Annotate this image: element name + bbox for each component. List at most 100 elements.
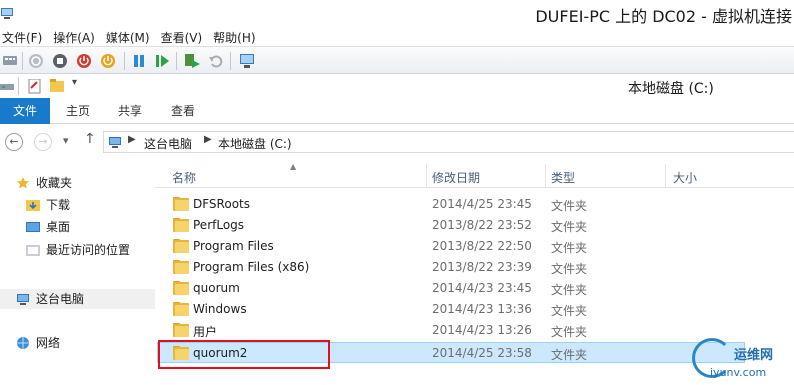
file-row[interactable]: PerfLogs 2013/8/22 23:52 文件夹 xyxy=(155,215,794,236)
menu-help[interactable]: 帮助(H) xyxy=(211,29,260,46)
toolbar-separator xyxy=(176,52,177,70)
folder-icon xyxy=(173,218,189,232)
file-date: 2014/4/23 13:26 xyxy=(432,323,532,337)
tab-file[interactable]: 文件 xyxy=(0,98,50,124)
file-type: 文件夹 xyxy=(551,220,588,234)
file-type: 文件夹 xyxy=(551,304,588,318)
file-row[interactable]: DFSRoots 2014/4/25 23:45 文件夹 xyxy=(155,194,794,215)
revert-icon[interactable] xyxy=(208,53,224,69)
folder-icon xyxy=(173,302,189,316)
column-name[interactable]: 名称 xyxy=(172,169,196,186)
window-title: DUFEI-PC 上的 DC02 - 虚拟机连接 xyxy=(535,7,792,26)
vm-toolbar xyxy=(0,46,794,74)
ribbon-tabs: 文件 主页 共享 查看 xyxy=(0,98,794,124)
vm-connect-icon xyxy=(1,8,13,19)
file-name: Program Files (x86) xyxy=(193,260,310,274)
breadcrumb-separator-icon[interactable]: ▶ xyxy=(128,134,136,145)
pause-icon[interactable] xyxy=(131,53,147,69)
enhanced-session-icon[interactable] xyxy=(238,52,256,70)
menu-media[interactable]: 媒体(M) xyxy=(104,29,155,46)
folder-icon xyxy=(173,260,189,274)
toolbar-separator xyxy=(230,52,231,70)
downloads-folder-icon xyxy=(26,200,40,211)
save-state-icon[interactable] xyxy=(100,53,116,69)
file-row-selected[interactable]: quorum2 2014/4/25 23:58 文件夹 xyxy=(157,342,745,363)
watermark-logo: 运维网 iyunv.com xyxy=(690,336,794,385)
file-type: 文件夹 xyxy=(551,199,588,213)
file-type: 文件夹 xyxy=(551,283,588,297)
star-icon xyxy=(17,177,29,189)
file-type: 文件夹 xyxy=(551,241,588,255)
breadcrumb-separator-icon[interactable]: ▶ xyxy=(204,134,212,145)
file-row[interactable]: Program Files (x86) 2013/8/22 23:39 文件夹 xyxy=(155,257,794,278)
file-date: 2013/8/22 22:50 xyxy=(432,239,532,253)
column-date-modified[interactable]: 修改日期 xyxy=(432,169,480,186)
menu-action[interactable]: 操作(A) xyxy=(51,29,100,46)
file-type: 文件夹 xyxy=(551,325,588,339)
folder-icon xyxy=(173,281,189,295)
recent-places-icon xyxy=(26,245,40,256)
menu-file[interactable]: 文件(F) xyxy=(0,29,47,46)
tab-home[interactable]: 主页 xyxy=(60,98,96,124)
breadcrumb-this-pc[interactable]: 这台电脑 xyxy=(144,135,192,152)
column-divider[interactable] xyxy=(426,164,427,188)
qa-separator xyxy=(18,77,19,95)
recent-locations-dropdown-icon[interactable]: ▾ xyxy=(63,134,69,147)
start-icon[interactable] xyxy=(28,53,44,69)
explorer-title: 本地磁盘 (C:) xyxy=(628,81,714,97)
file-date: 2014/4/23 13:36 xyxy=(432,302,532,316)
file-name: quorum2 xyxy=(193,346,248,360)
network-icon xyxy=(17,337,29,349)
computer-icon xyxy=(17,294,29,305)
drive-icon xyxy=(0,84,14,90)
address-bar[interactable]: ▶ 这台电脑 ▶ 本地磁盘 (C:) xyxy=(103,131,794,153)
vm-menu-bar: 文件(F) 操作(A) 媒体(M) 查看(V) 帮助(H) xyxy=(0,28,794,46)
navigation-bar: ← → ▾ ↑ ▶ 这台电脑 ▶ 本地磁盘 (C:) xyxy=(0,124,794,160)
checkpoint-icon[interactable] xyxy=(183,52,201,70)
folder-icon xyxy=(173,197,189,211)
column-divider[interactable] xyxy=(545,164,546,188)
tab-view[interactable]: 查看 xyxy=(165,98,201,124)
folder-icon xyxy=(173,346,189,360)
toolbar-separator xyxy=(124,52,125,70)
column-type[interactable]: 类型 xyxy=(551,169,575,186)
navigation-pane: 收藏夹 下载 桌面 最近访问的位置 这台电脑 网络 xyxy=(0,160,155,385)
file-row[interactable]: quorum 2014/4/23 23:45 文件夹 xyxy=(155,278,794,299)
file-row[interactable]: Windows 2014/4/23 13:36 文件夹 xyxy=(155,299,794,320)
up-button[interactable]: ↑ xyxy=(84,131,96,147)
file-name: Windows xyxy=(193,302,247,316)
turn-off-icon[interactable] xyxy=(52,53,68,69)
new-folder-icon[interactable] xyxy=(50,79,64,93)
menu-view[interactable]: 查看(V) xyxy=(159,29,208,46)
file-type: 文件夹 xyxy=(551,348,588,362)
resume-icon[interactable] xyxy=(154,53,170,69)
file-date: 2013/8/22 23:52 xyxy=(432,218,532,232)
properties-icon[interactable] xyxy=(28,79,42,95)
file-name: Program Files xyxy=(193,239,274,253)
file-date: 2014/4/25 23:58 xyxy=(432,346,532,360)
column-size[interactable]: 大小 xyxy=(673,169,697,186)
vm-title-bar: DUFEI-PC 上的 DC02 - 虚拟机连接 xyxy=(0,0,794,28)
file-name: PerfLogs xyxy=(193,218,245,232)
shut-down-icon[interactable] xyxy=(76,53,92,69)
quick-access-dropdown-icon[interactable]: ▾ xyxy=(72,77,77,88)
file-name: quorum xyxy=(193,281,240,295)
folder-icon xyxy=(173,323,189,337)
file-date: 2014/4/25 23:45 xyxy=(432,197,532,211)
column-divider[interactable] xyxy=(665,164,666,188)
this-pc-icon xyxy=(109,137,121,148)
file-row[interactable]: Program Files 2013/8/22 22:50 文件夹 xyxy=(155,236,794,257)
folder-icon xyxy=(173,239,189,253)
forward-button[interactable]: → xyxy=(34,133,52,151)
file-date: 2014/4/23 23:45 xyxy=(432,281,532,295)
ctrl-alt-del-icon[interactable] xyxy=(2,52,18,68)
explorer-title-bar: ▾ 本地磁盘 (C:) xyxy=(0,74,794,98)
column-headers: ▲ 名称 修改日期 类型 大小 xyxy=(155,162,794,188)
desktop-icon xyxy=(26,222,40,232)
breadcrumb-local-disk[interactable]: 本地磁盘 (C:) xyxy=(218,135,292,152)
file-name: 用户 xyxy=(193,325,218,339)
back-button[interactable]: ← xyxy=(5,133,23,151)
toolbar-separator xyxy=(22,52,23,70)
tab-share[interactable]: 共享 xyxy=(112,98,148,124)
file-name: DFSRoots xyxy=(193,197,250,211)
